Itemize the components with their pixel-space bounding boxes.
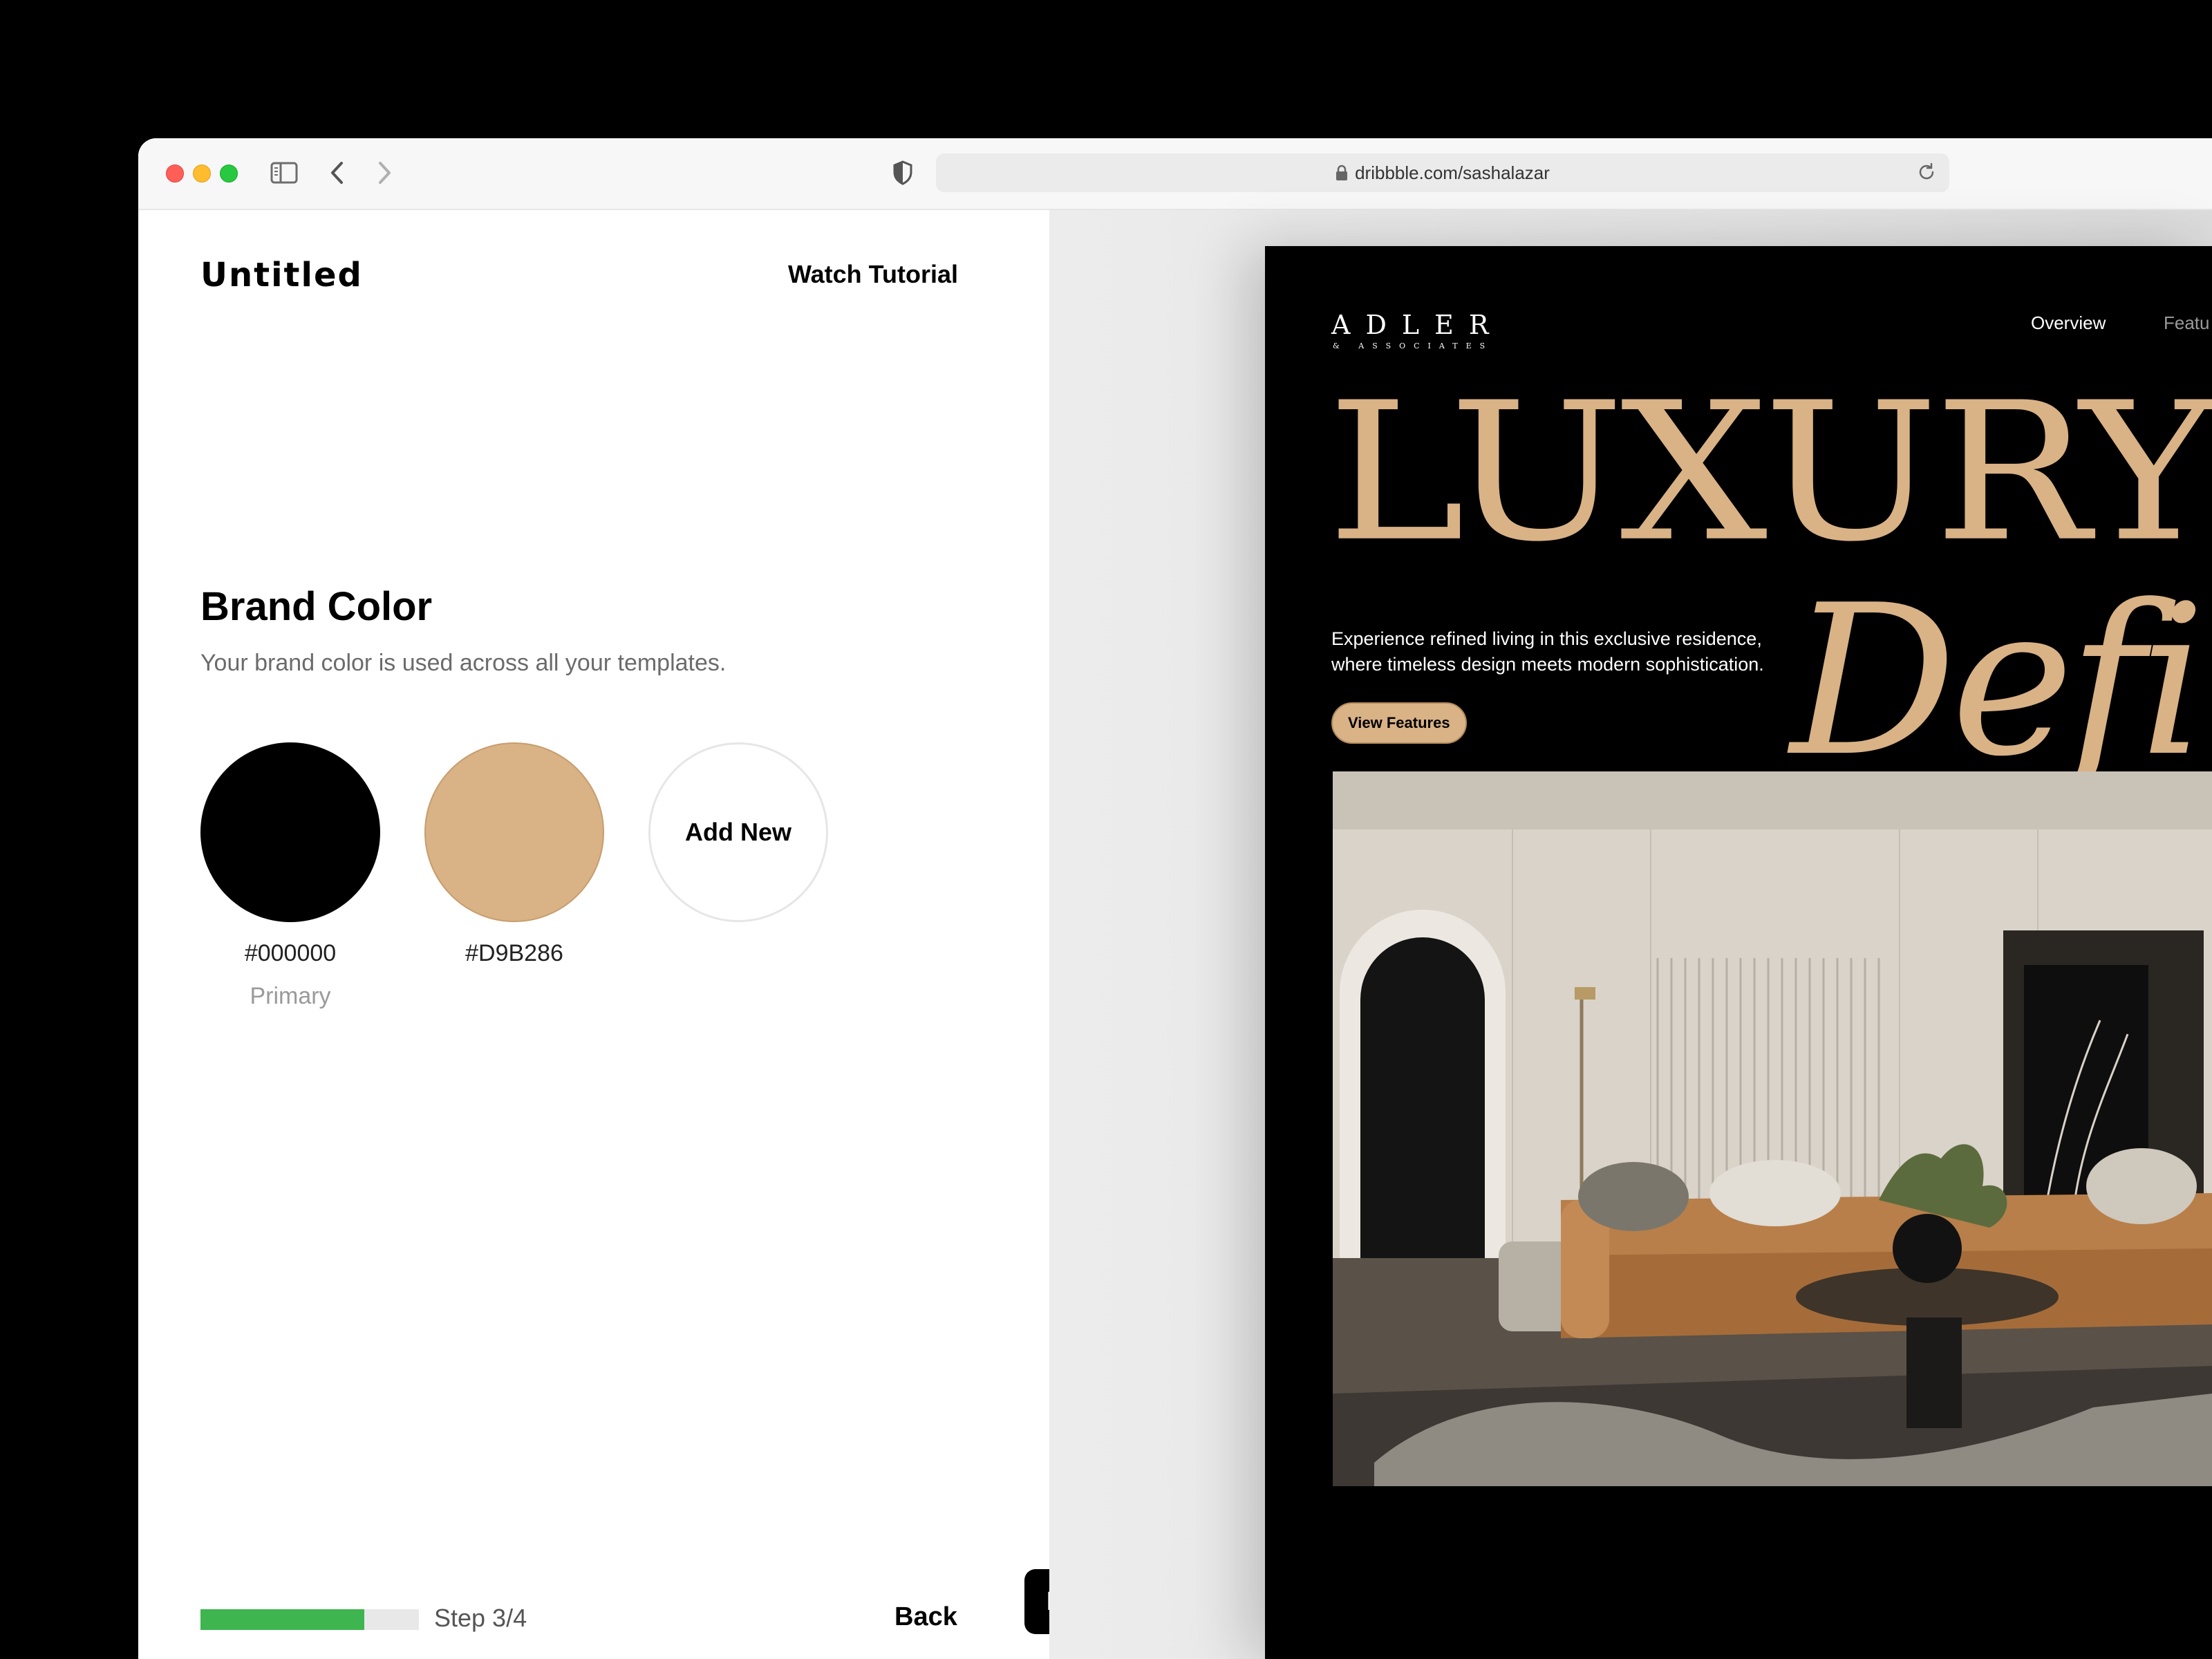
reload-icon[interactable]	[1916, 162, 1937, 182]
document-title[interactable]: Untitled	[200, 256, 363, 294]
back-button[interactable]: Back	[894, 1602, 957, 1632]
swatch-hex-accent: #D9B286	[465, 940, 563, 966]
swatch-hex-primary: #000000	[244, 940, 337, 966]
minimize-window-button[interactable]	[193, 165, 211, 182]
chevron-right-icon[interactable]	[371, 156, 398, 189]
step-label: Step 3/4	[434, 1604, 527, 1632]
hero-interior-image	[1333, 771, 2212, 1486]
progress-fill	[200, 1609, 364, 1630]
watch-tutorial-link[interactable]: Watch Tutorial	[788, 260, 958, 289]
section-description: Your brand color is used across all your…	[200, 650, 727, 676]
browser-window: dribbble.com/sashalazar Untitled Watch T…	[138, 138, 2212, 1659]
hero-title: LUXURY	[1327, 362, 2212, 584]
color-swatch-primary[interactable]	[200, 742, 380, 922]
close-window-button[interactable]	[166, 165, 184, 182]
hero-script-title: Defin	[1790, 561, 2212, 802]
sidebar-toggle-icon[interactable]	[270, 156, 299, 189]
site-logo-subtitle: & ASSOCIATES	[1333, 341, 1494, 350]
shield-icon[interactable]	[889, 156, 917, 189]
website-preview[interactable]: ADLER & ASSOCIATES Overview Featu LUXURY…	[1265, 246, 2212, 1659]
hero-description-line-2: where timeless design meets modern sophi…	[1331, 654, 1764, 675]
zoom-window-button[interactable]	[220, 165, 238, 182]
site-nav-features[interactable]: Featu	[2164, 312, 2210, 334]
section-title: Brand Color	[200, 584, 433, 629]
progress-bar	[200, 1609, 419, 1630]
browser-toolbar: dribbble.com/sashalazar	[138, 138, 2212, 210]
editor-panel: Untitled Watch Tutorial Brand Color Your…	[138, 210, 1125, 1659]
chevron-left-icon[interactable]	[324, 156, 351, 189]
url-text: dribbble.com/sashalazar	[1355, 162, 1550, 183]
address-bar[interactable]: dribbble.com/sashalazar	[936, 153, 1949, 192]
swatch-role-label: Primary	[250, 983, 331, 1009]
lock-icon	[1335, 165, 1348, 181]
color-swatch-accent[interactable]	[424, 742, 604, 922]
hero-description-line-1: Experience refined living in this exclus…	[1331, 628, 1762, 649]
add-new-color-button[interactable]: Add New	[648, 742, 828, 922]
hero-description: Experience refined living in this exclus…	[1331, 626, 1801, 677]
site-nav-overview[interactable]: Overview	[2031, 312, 2106, 334]
site-logo[interactable]: ADLER	[1331, 310, 1504, 340]
template-preview-area: ADLER & ASSOCIATES Overview Featu LUXURY…	[1049, 210, 2212, 1659]
view-features-button[interactable]: View Features	[1331, 702, 1467, 744]
